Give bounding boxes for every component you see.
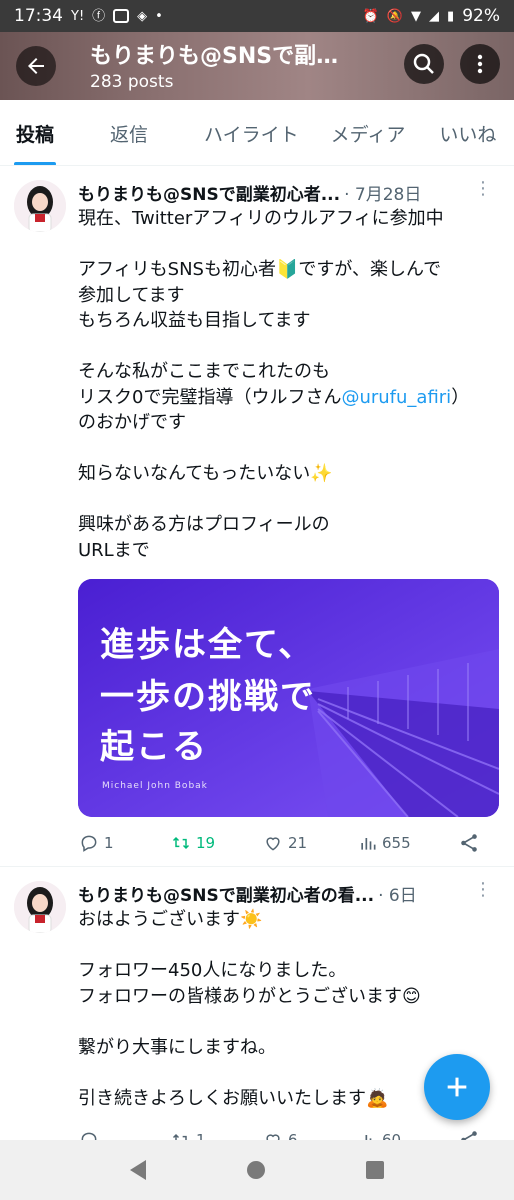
author-name[interactable]: もりまりも@SNSで副業初心者の看... (78, 881, 374, 906)
tweet-text: 現在、Twitterアフィリのウルアフィに参加中 アフィリもSNSも初心者🔰です… (78, 208, 470, 561)
retweet-icon (172, 836, 190, 850)
battery-icon: ▮ (447, 8, 455, 24)
compose-plus-icon (447, 1077, 467, 1097)
views-count: 60 (382, 1131, 402, 1140)
like-count: 21 (288, 834, 308, 852)
retweet-icon (172, 1133, 187, 1140)
retweet-button[interactable]: 19 (170, 833, 262, 853)
signal-icon: ◢ (429, 8, 440, 24)
tab-posts[interactable]: 投稿 (0, 100, 70, 165)
like-button[interactable]: 6 (262, 1130, 358, 1140)
author-name[interactable]: もりまりも@SNSで副業初心者... (78, 180, 340, 205)
share-icon (461, 834, 477, 852)
profile-header: もりまりも@SNSで副… 283 posts (0, 32, 514, 100)
tweet-date[interactable]: · 6日 (378, 881, 417, 906)
mention-link[interactable]: @urufu_afiri (341, 387, 451, 408)
like-button[interactable]: 21 (262, 833, 358, 853)
system-nav-bar (0, 1140, 514, 1200)
tweet-more-button[interactable]: ⋮ (474, 180, 492, 198)
media-quote-author: Michael John Bobak (102, 781, 208, 791)
tweet[interactable]: もりまりも@SNSで副業初心者... · 7月28日 ⋮ 現在、Twitterア… (0, 166, 514, 866)
share-icon (461, 1131, 477, 1140)
tweet-more-button[interactable]: ⋮ (474, 881, 492, 899)
cube-app-icon: ◈ (137, 8, 148, 24)
media-quote-line: 一歩の挑戦で (100, 677, 316, 717)
nav-recents-icon[interactable] (365, 1161, 384, 1179)
like-count: 6 (288, 1131, 298, 1140)
views-button[interactable]: 655 (358, 833, 458, 853)
reply-icon (81, 1132, 97, 1140)
search-icon (413, 53, 434, 74)
views-icon (361, 1135, 372, 1140)
tab-likes[interactable]: いいね (421, 100, 512, 165)
views-icon (361, 838, 376, 850)
nav-back-icon[interactable] (130, 1160, 147, 1180)
header-title: もりまりも@SNSで副… (90, 44, 339, 69)
compose-button[interactable] (424, 1054, 490, 1120)
reply-button[interactable] (78, 1130, 170, 1140)
tab-replies[interactable]: 返信 (70, 100, 164, 165)
alarm-icon: ⏰ (362, 8, 379, 24)
more-vertical-icon (477, 54, 483, 74)
nav-home-icon[interactable] (246, 1161, 265, 1179)
status-time: 17:34 (14, 6, 63, 26)
search-button[interactable] (404, 44, 444, 84)
like-icon (266, 1134, 280, 1140)
tweet-media-image[interactable]: 進歩は全て、 一歩の挑戦で 起こる Michael John Bobak (78, 579, 499, 817)
reply-count: 1 (104, 834, 114, 852)
reply-icon (81, 835, 97, 852)
media-quote-line: 進歩は全て、 (100, 625, 315, 665)
tab-highlights[interactable]: ハイライト (164, 100, 315, 165)
like-icon (266, 837, 280, 851)
reply-button[interactable]: 1 (78, 833, 170, 853)
retweet-button[interactable]: 1 (170, 1130, 262, 1140)
town-app-icon (113, 9, 130, 23)
wifi-icon: ▼ (411, 8, 422, 24)
back-button[interactable] (16, 46, 56, 86)
battery-level: 92% (462, 6, 500, 26)
status-bar: 17:34 Y! ⓕ ◈ • ⏰ 🔕 ▼ ◢ ▮ 92% (0, 0, 514, 32)
mute-icon: 🔕 (386, 8, 404, 24)
yahoo-icon: Y! (71, 8, 85, 24)
more-button[interactable] (460, 44, 500, 84)
back-arrow-icon (28, 58, 44, 74)
retweet-count: 1 (196, 1131, 206, 1140)
tweet-date[interactable]: · 7月28日 (344, 180, 421, 205)
dot-icon: • (155, 8, 163, 24)
profile-tabs: 投稿 返信 ハイライト メディア いいね (0, 100, 514, 166)
facebook-icon: ⓕ (92, 8, 106, 24)
share-button[interactable] (458, 832, 480, 854)
share-button[interactable] (458, 1129, 480, 1140)
views-count: 655 (382, 834, 411, 852)
media-quote-line: 起こる (100, 727, 208, 767)
views-button[interactable]: 60 (358, 1130, 458, 1140)
retweet-count: 19 (196, 834, 216, 852)
avatar[interactable] (14, 881, 66, 933)
avatar[interactable] (14, 180, 66, 232)
post-count: 283 posts (90, 72, 174, 92)
tab-media[interactable]: メディア (315, 100, 422, 165)
